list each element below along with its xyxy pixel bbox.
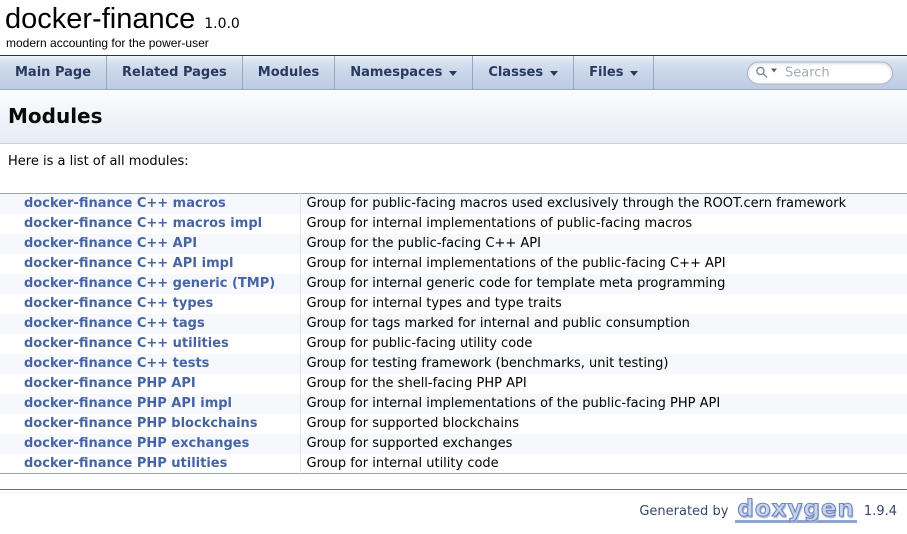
module-link-docker-finance-php-exchanges[interactable]: docker-finance PHP exchanges — [24, 436, 249, 451]
module-entry-cell: docker-finance C++ API impl — [0, 254, 300, 274]
module-link-docker-finance-php-blockchains[interactable]: docker-finance PHP blockchains — [24, 416, 258, 431]
tab-label: Related Pages — [122, 65, 227, 80]
table-row: docker-finance C++ API Group for the pub… — [0, 234, 907, 254]
module-entry-cell: docker-finance PHP blockchains — [0, 414, 300, 434]
module-link-docker-finance-c-macros[interactable]: docker-finance C++ macros — [24, 196, 226, 211]
module-link-docker-finance-php-api-impl[interactable]: docker-finance PHP API impl — [24, 396, 232, 411]
module-description: Group for tags marked for internal and p… — [300, 314, 907, 334]
chevron-down-icon — [550, 71, 558, 76]
tab-label: Classes — [488, 65, 543, 80]
module-description: Group for internal types and type traits — [300, 294, 907, 314]
modules-table-body: docker-finance C++ macros Group for publ… — [0, 194, 907, 474]
module-entry-cell: docker-finance C++ macros — [0, 194, 300, 214]
table-row: docker-finance PHP blockchains Group for… — [0, 414, 907, 434]
table-row: docker-finance C++ utilities Group for p… — [0, 334, 907, 354]
tab-classes[interactable]: Classes — [473, 56, 574, 89]
table-row: docker-finance PHP API Group for the she… — [0, 374, 907, 394]
module-link-docker-finance-c-generic-tmp[interactable]: docker-finance C++ generic (TMP) — [24, 276, 275, 291]
tab-main-page[interactable]: Main Page — [0, 56, 107, 89]
module-link-docker-finance-c-tests[interactable]: docker-finance C++ tests — [24, 356, 209, 371]
module-entry-cell: docker-finance C++ utilities — [0, 334, 300, 354]
module-entry-cell: docker-finance C++ tags — [0, 314, 300, 334]
tab-label: Modules — [258, 65, 319, 80]
title-area: docker-finance 1.0.0 modern accounting fo… — [0, 0, 907, 55]
module-entry-cell: docker-finance C++ API — [0, 234, 300, 254]
generator-version: 1.9.4 — [864, 504, 897, 519]
module-link-docker-finance-c-api-impl[interactable]: docker-finance C++ API impl — [24, 256, 233, 271]
table-row: docker-finance C++ generic (TMP) Group f… — [0, 274, 907, 294]
table-row: docker-finance C++ tags Group for tags m… — [0, 314, 907, 334]
table-row: docker-finance PHP utilities Group for i… — [0, 454, 907, 474]
module-entry-cell: docker-finance PHP API impl — [0, 394, 300, 414]
module-description: Group for public-facing utility code — [300, 334, 907, 354]
chevron-down-icon — [449, 71, 457, 76]
module-link-docker-finance-c-tags[interactable]: docker-finance C++ tags — [24, 316, 205, 331]
module-entry-cell: docker-finance C++ tests — [0, 354, 300, 374]
tab-related-pages[interactable]: Related Pages — [107, 56, 243, 89]
search-menu-arrow-icon — [771, 69, 777, 73]
table-row: docker-finance PHP API impl Group for in… — [0, 394, 907, 414]
modules-intro-text: Here is a list of all modules: — [8, 154, 899, 169]
module-entry-cell: docker-finance PHP exchanges — [0, 434, 300, 454]
magnifier-glyph — [755, 66, 769, 80]
module-description: Group for internal implementations of th… — [300, 254, 907, 274]
module-link-docker-finance-c-api[interactable]: docker-finance C++ API — [24, 236, 197, 251]
module-description: Group for testing framework (benchmarks,… — [300, 354, 907, 374]
module-entry-cell: docker-finance C++ types — [0, 294, 300, 314]
table-row: docker-finance C++ macros Group for publ… — [0, 194, 907, 214]
module-description: Group for supported blockchains — [300, 414, 907, 434]
project-name: docker-finance — [5, 3, 195, 35]
module-entry-cell: docker-finance C++ macros impl — [0, 214, 300, 234]
tab-files[interactable]: Files — [574, 56, 654, 89]
module-description: Group for internal generic code for temp… — [300, 274, 907, 294]
table-row: docker-finance C++ API impl Group for in… — [0, 254, 907, 274]
generated-by-label: Generated by — [639, 504, 728, 519]
module-description: Group for supported exchanges — [300, 434, 907, 454]
search-box[interactable] — [747, 61, 893, 84]
module-link-docker-finance-php-api[interactable]: docker-finance PHP API — [24, 376, 196, 391]
footer: Generated by doxygen 1.9.4 — [0, 490, 907, 523]
page-header: Modules — [0, 90, 907, 144]
project-brief: modern accounting for the power-user — [5, 35, 907, 53]
modules-table: docker-finance C++ macros Group for publ… — [0, 193, 907, 474]
tab-label: Namespaces — [350, 65, 442, 80]
chevron-down-icon — [630, 71, 638, 76]
module-link-docker-finance-php-utilities[interactable]: docker-finance PHP utilities — [24, 456, 227, 471]
module-description: Group for public-facing macros used excl… — [300, 194, 907, 214]
module-description: Group for internal implementations of th… — [300, 394, 907, 414]
tab-modules[interactable]: Modules — [243, 56, 335, 89]
project-version: 1.0.0 — [204, 16, 240, 32]
module-description: Group for the public-facing C++ API — [300, 234, 907, 254]
module-link-docker-finance-c-utilities[interactable]: docker-finance C++ utilities — [24, 336, 229, 351]
module-entry-cell: docker-finance PHP utilities — [0, 454, 300, 474]
module-description: Group for the shell-facing PHP API — [300, 374, 907, 394]
doxygen-logo[interactable]: doxygen — [735, 499, 857, 523]
contents: Here is a list of all modules: docker-fi… — [0, 154, 907, 474]
search-input[interactable] — [783, 64, 884, 81]
main-nav: Main Page Related Pages Modules Namespac… — [0, 55, 907, 90]
table-row: docker-finance PHP exchanges Group for s… — [0, 434, 907, 454]
tab-label: Files — [589, 65, 623, 80]
module-link-docker-finance-c-types[interactable]: docker-finance C++ types — [24, 296, 213, 311]
module-link-docker-finance-c-macros-impl[interactable]: docker-finance C++ macros impl — [24, 216, 262, 231]
nav-tablist: Main Page Related Pages Modules Namespac… — [0, 56, 654, 89]
module-entry-cell: docker-finance PHP API — [0, 374, 300, 394]
page-title: Modules — [8, 104, 899, 128]
tab-label: Main Page — [15, 65, 91, 80]
table-row: docker-finance C++ tests Group for testi… — [0, 354, 907, 374]
tab-namespaces[interactable]: Namespaces — [335, 56, 473, 89]
table-row: docker-finance C++ macros impl Group for… — [0, 214, 907, 234]
search-icon[interactable] — [755, 66, 777, 80]
module-description: Group for internal utility code — [300, 454, 907, 474]
module-description: Group for internal implementations of pu… — [300, 214, 907, 234]
table-row: docker-finance C++ types Group for inter… — [0, 294, 907, 314]
module-entry-cell: docker-finance C++ generic (TMP) — [0, 274, 300, 294]
